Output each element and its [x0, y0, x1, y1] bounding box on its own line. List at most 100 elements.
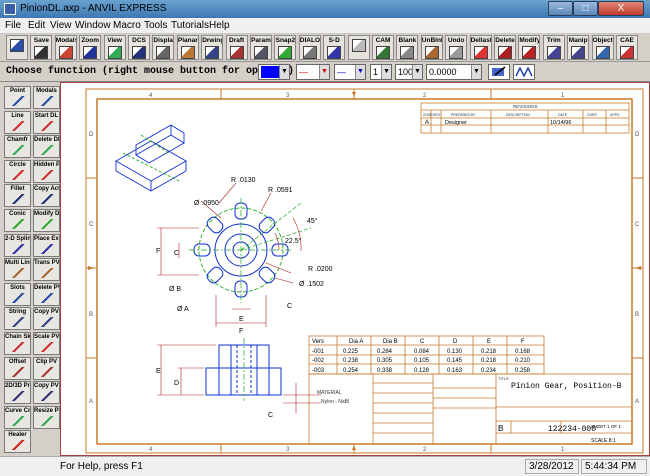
- drawing-scale: SCALE 8:1: [591, 438, 616, 444]
- toolbar-button-zoom[interactable]: Zoom: [79, 35, 102, 60]
- tool-circle[interactable]: Circle: [4, 159, 31, 183]
- tool-label: Delete PV: [34, 284, 60, 291]
- toolbar-button-dellast[interactable]: Dellast: [469, 35, 492, 60]
- tool-icon: [9, 415, 26, 426]
- tool-place-exst-vu[interactable]: Place Exst Vu: [33, 233, 60, 257]
- wave-icon[interactable]: [513, 64, 535, 80]
- draft-icon: [229, 46, 244, 59]
- view-icon: [107, 46, 122, 59]
- drawing-canvas[interactable]: 4 3 2 1 4 3 2 1 D C B A D C B A REVISION…: [60, 82, 650, 456]
- color-select[interactable]: ▼: [258, 64, 290, 80]
- dim-r3: R .0200: [308, 266, 333, 273]
- menu-edit[interactable]: Edit: [28, 20, 45, 31]
- toolbar-button-item-0[interactable]: [6, 35, 28, 60]
- toolbar-button-cam[interactable]: CAM: [372, 35, 394, 60]
- tool-scale-pv[interactable]: Scale PV: [33, 332, 60, 355]
- toolbar-button-param[interactable]: Param: [250, 35, 272, 60]
- tool-2d-3d-prjct[interactable]: 2D/3D Prjct: [4, 381, 31, 405]
- tool-hidden-presnt[interactable]: Hidden Presnt: [33, 159, 60, 183]
- menu-tools[interactable]: Tools: [144, 20, 167, 31]
- tool-2-d-spline[interactable]: 2-D Spline: [4, 233, 31, 257]
- tool-conic[interactable]: Conic: [4, 209, 31, 232]
- line-style-select[interactable]: — ▼: [296, 64, 330, 80]
- tool-copy-pvtodl[interactable]: Copy PVtoDL: [33, 381, 60, 405]
- toolbar-button-cae[interactable]: CAE: [616, 35, 638, 60]
- toolbar-label: Display: [153, 37, 173, 44]
- menu-file[interactable]: File: [5, 20, 21, 31]
- menu-view[interactable]: View: [50, 20, 72, 31]
- toolbar-button-undo[interactable]: Undo: [445, 35, 468, 60]
- close-button[interactable]: X: [598, 1, 644, 16]
- value-select[interactable]: 0.0000 ▼: [426, 64, 482, 80]
- tool-icon: [38, 243, 55, 254]
- zone-letter: B: [89, 312, 93, 318]
- toolbar-button-draft[interactable]: Draft: [225, 35, 248, 60]
- tool-copy-actv-dl[interactable]: Copy Actv DL: [33, 184, 60, 208]
- tool-fillet[interactable]: Fillet: [4, 184, 31, 208]
- maximize-button[interactable]: □: [573, 1, 598, 16]
- trim-icon: [546, 46, 561, 59]
- toolbar-button-display[interactable]: Display: [152, 35, 175, 60]
- scale-select[interactable]: 100 ▼: [395, 64, 423, 80]
- tool-modals[interactable]: Modals: [33, 86, 60, 109]
- toolbar-button-delete[interactable]: Delete: [494, 35, 516, 60]
- toolbar-button-view[interactable]: View: [103, 35, 126, 60]
- menu-window[interactable]: Window: [75, 20, 111, 31]
- tool-chain-sktch[interactable]: Chain Sktch: [4, 332, 31, 355]
- tool-slots[interactable]: Slots: [4, 282, 31, 306]
- toolbar-button-unblnk[interactable]: UnBlnk: [420, 35, 443, 60]
- tool-icon: [38, 415, 55, 426]
- tool-label: Hidden Presnt: [34, 161, 60, 168]
- tool-chamfr[interactable]: Chamfr: [4, 135, 31, 159]
- tool-delete-pv[interactable]: Delete PV: [33, 282, 60, 306]
- menu-macro[interactable]: Macro: [113, 20, 141, 31]
- tool-offset[interactable]: Offset: [4, 356, 31, 380]
- tool-string[interactable]: String: [4, 307, 31, 331]
- menu-tutorials[interactable]: Tutorials: [171, 20, 209, 31]
- tool-resize-pv[interactable]: Resize PV: [33, 405, 60, 429]
- table-cell: 0.258: [515, 368, 531, 374]
- save-icon: [34, 46, 49, 59]
- tool-icon: [38, 194, 55, 205]
- toolbar-label: Object: [592, 37, 613, 44]
- tool-modify-dl[interactable]: Modify DL: [33, 209, 60, 232]
- toolbar-button-save[interactable]: Save: [30, 35, 53, 60]
- tool-icon: [38, 342, 55, 352]
- tool-multi-line[interactable]: Multi Line: [4, 258, 31, 282]
- toolbar-button-modals[interactable]: Modals: [54, 35, 77, 60]
- toolbar-button-object[interactable]: Object: [591, 35, 614, 60]
- toolbar-button-blank[interactable]: Blank: [396, 35, 419, 60]
- tool-delete-dl[interactable]: Delete DL: [33, 135, 60, 159]
- minimize-button[interactable]: –: [548, 1, 573, 16]
- toolbar-button-snap2[interactable]: Snap2: [274, 35, 297, 60]
- tool-line[interactable]: Line: [4, 110, 31, 134]
- tool-curve-cmpst[interactable]: Curve Cmpst: [4, 405, 31, 429]
- tool-point[interactable]: Point: [4, 86, 31, 109]
- zone-letter: B: [635, 312, 639, 318]
- menu-help[interactable]: Help: [209, 20, 230, 31]
- tool-clip-pv[interactable]: Clip PV: [33, 356, 60, 380]
- pen-select[interactable]: 1 ▼: [370, 64, 392, 80]
- tool-icon: [9, 120, 26, 131]
- toolbar-button-dialog[interactable]: DIALOG: [298, 35, 321, 60]
- tool-start-dl[interactable]: Start DL: [33, 110, 60, 134]
- tool-icon: [38, 96, 55, 106]
- tool-label: Line: [11, 112, 24, 119]
- zone-number: 3: [286, 447, 290, 453]
- tool-label: Scale PV: [34, 334, 60, 340]
- toolbar-button-trim[interactable]: Trim: [542, 35, 565, 60]
- status-date: 3/28/2012: [525, 459, 579, 474]
- edit-value-icon[interactable]: [488, 64, 510, 80]
- toolbar-button-dcs[interactable]: DCS: [128, 35, 150, 60]
- toolbar-button-modify[interactable]: Modify: [518, 35, 541, 60]
- line-weight-select[interactable]: — ▼: [334, 64, 366, 80]
- toolbar-button-item-14[interactable]: [347, 35, 370, 60]
- toolbar-button-manip[interactable]: Manip: [567, 35, 590, 60]
- tool-copy-pv[interactable]: Copy PV: [33, 307, 60, 331]
- toolbar-button-planar[interactable]: Planar: [176, 35, 199, 60]
- tool-trans-pv[interactable]: Trans PV: [33, 258, 60, 282]
- toolbar-button-s-d[interactable]: S-D: [323, 35, 346, 60]
- toolbar-button-drwing[interactable]: Drwing: [201, 35, 224, 60]
- tool-icon: [38, 268, 55, 279]
- tool-healer[interactable]: Healer: [4, 430, 31, 454]
